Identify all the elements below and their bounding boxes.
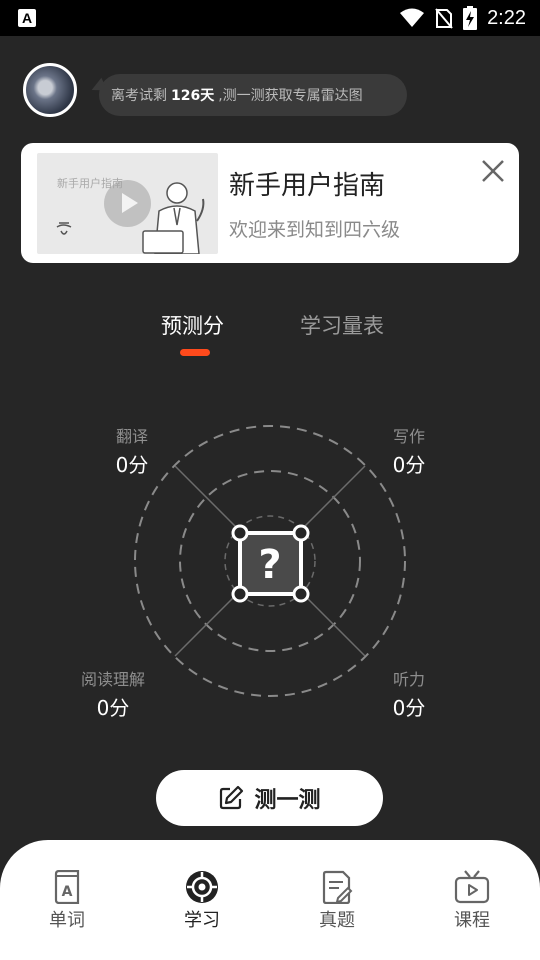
take-test-button[interactable]: 测一测 [156,770,383,826]
nav-item-past-exams[interactable]: 真题 [287,870,387,932]
wifi-icon [400,8,425,27]
nav-item-words[interactable]: A 单词 [17,870,117,932]
status-bar: A 2:22 [0,0,540,36]
bottom-navigation: A 单词 学习 真题 课程 [0,840,540,960]
score-writing: 写作 0分 [382,423,436,478]
notification-icon: A [18,9,36,27]
score-value: 0分 [96,696,130,720]
countdown-prefix: 离考试剩 [111,88,167,104]
nav-label: 真题 [319,910,355,931]
nav-label: 课程 [454,910,490,931]
no-sim-icon [435,8,453,29]
course-tv-icon [454,870,490,904]
battery-charging-icon [463,6,478,30]
word-book-icon: A [54,870,80,904]
active-tab-indicator [180,349,210,356]
score-label: 翻译 [115,427,148,446]
score-radar: ? 翻译 0分 写作 0分 阅读理解 0分 听力 0分 [0,380,540,740]
take-test-label: 测一测 [254,788,321,813]
score-value: 0分 [115,453,149,477]
nav-label: 单词 [49,910,85,931]
score-value: 0分 [392,696,426,720]
score-label: 写作 [392,427,425,446]
radar-center-question-mark: ? [258,542,281,588]
nav-label: 学习 [184,910,220,931]
new-user-guide-card[interactable]: 新手用户指南 新手用户指南 欢迎来到知到四六级 [21,143,519,263]
edit-icon [220,785,244,810]
score-translation: 翻译 0分 [105,423,159,478]
tab-study-scale[interactable]: 学习量表 [300,310,384,340]
guide-video-thumbnail[interactable]: 新手用户指南 [37,153,218,254]
study-target-icon [186,871,218,903]
status-time: 2:22 [487,6,526,29]
score-value: 0分 [392,453,426,477]
score-label: 听力 [392,670,425,689]
score-reading: 阅读理解 0分 [68,666,158,721]
guide-subtitle: 欢迎来到知到四六级 [229,219,401,241]
nav-item-study[interactable]: 学习 [152,870,252,932]
tab-predicted-score[interactable]: 预测分 [161,310,224,340]
score-listening: 听力 0分 [382,666,436,721]
countdown-days: 126天 [171,88,215,104]
guide-title: 新手用户指南 [229,171,386,201]
avatar[interactable] [23,63,77,117]
exam-paper-icon [322,870,353,904]
svg-text:A: A [62,884,73,900]
play-icon[interactable] [104,180,151,227]
close-icon[interactable] [479,157,507,185]
nav-item-courses[interactable]: 课程 [422,870,522,932]
exam-countdown-bubble: 离考试剩 126天 ,测一测获取专属雷达图 [99,74,407,116]
countdown-suffix: ,测一测获取专属雷达图 [218,88,363,104]
score-label: 阅读理解 [80,670,145,689]
